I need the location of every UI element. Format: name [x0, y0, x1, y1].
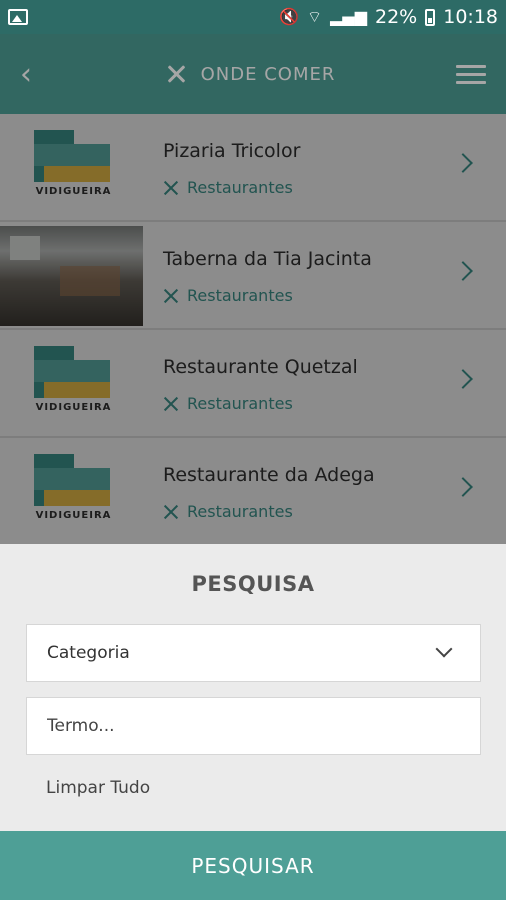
chevron-down-icon: [435, 640, 453, 658]
category-select-value: Categoria: [47, 643, 130, 663]
list-dim-overlay[interactable]: [0, 114, 506, 544]
signal-icon: ▂▄▆: [330, 7, 367, 26]
search-heading: PESQUISA: [191, 572, 315, 596]
battery-icon: [425, 8, 436, 26]
wifi-icon: ⌔: [307, 7, 323, 26]
clear-all-link[interactable]: Limpar Tudo: [46, 778, 150, 798]
search-button[interactable]: PESQUISAR: [0, 831, 506, 900]
category-select[interactable]: Categoria: [26, 624, 481, 682]
status-bar: 🔇 ⌔ ▂▄▆ 22% 10:18: [0, 0, 506, 34]
search-sheet: PESQUISA Categoria Limpar Tudo PESQUISAR: [0, 544, 506, 900]
status-right: 🔇 ⌔ ▂▄▆ 22% 10:18: [279, 6, 498, 28]
term-input[interactable]: [27, 698, 480, 754]
term-field[interactable]: [26, 697, 481, 755]
image-icon: [8, 9, 28, 25]
clock: 10:18: [443, 6, 498, 28]
mute-icon: 🔇: [279, 7, 300, 26]
appbar-dim-overlay: [0, 34, 506, 114]
battery-percent: 22%: [375, 6, 418, 28]
